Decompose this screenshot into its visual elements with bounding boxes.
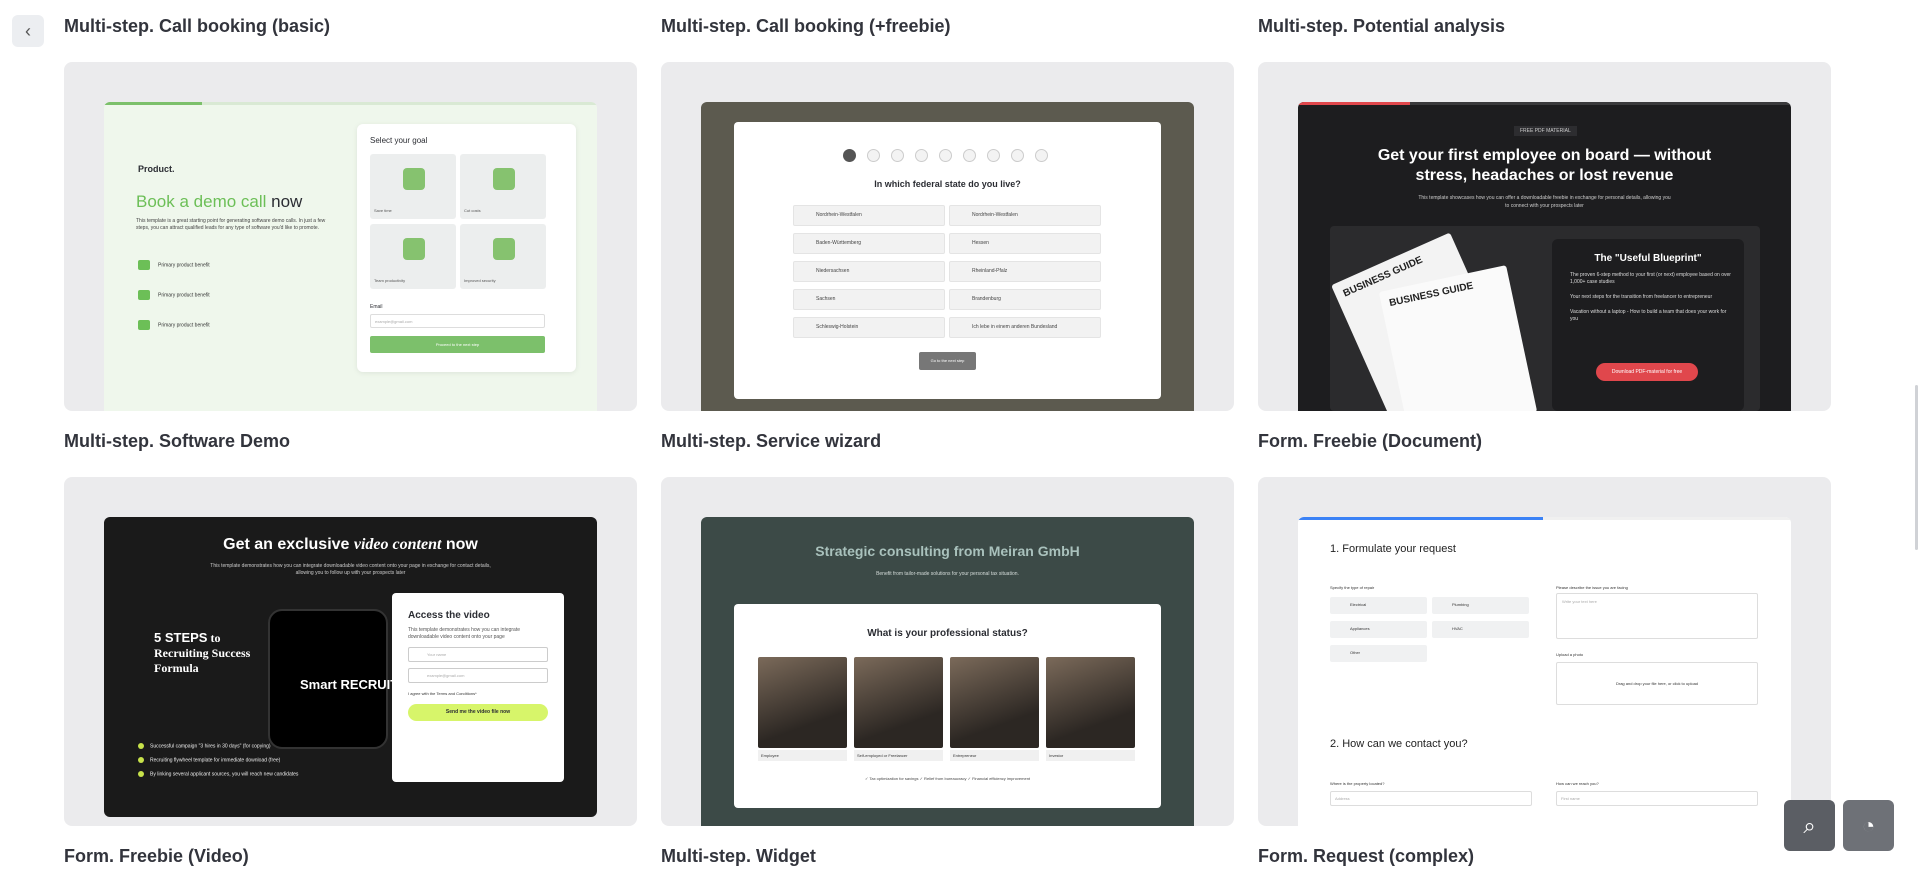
template-title[interactable]: Form. Freebie (Video) [64, 846, 249, 867]
state-option: Baden-Württemberg [793, 233, 945, 254]
name-field: First name [1556, 791, 1758, 806]
repair-option: Electrical [1330, 597, 1427, 614]
address-field: Address [1330, 791, 1532, 806]
template-title[interactable]: Form. Request (complex) [1258, 846, 1474, 867]
template-preview: In which federal state do you live? Nord… [701, 102, 1194, 411]
goal-tile: Team productivity [370, 224, 456, 289]
person-image [758, 657, 847, 748]
person-image [1046, 657, 1135, 748]
preview-headline: Strategic consulting from Meiran GmbH [815, 543, 1080, 559]
template-title[interactable]: Multi-step. Widget [661, 846, 816, 867]
repair-option: HVAC [1432, 621, 1529, 638]
scrollbar-thumb[interactable] [1915, 385, 1918, 550]
preview-subtitle: This template showcases how you can offe… [1418, 195, 1671, 209]
status-choice: Employee [758, 750, 847, 761]
next-step-button: Go to the next step [919, 352, 976, 370]
person-image [854, 657, 943, 748]
goal-tile: Improved security [460, 224, 546, 289]
template-preview: Strategic consulting from Meiran GmbH Be… [701, 517, 1194, 826]
search-button[interactable]: ⌕ [1784, 800, 1835, 851]
free-tag: FREE PDF MATERIAL [1514, 126, 1577, 136]
issue-textarea: Write your text here [1556, 593, 1758, 639]
preview-question: What is your professional status? [867, 628, 1028, 639]
preview-subtitle: Benefit from tailor-made solutions for y… [876, 571, 1019, 577]
email-field: example@gmail.com [370, 314, 545, 328]
state-option: Rheinland-Pfalz [949, 261, 1101, 282]
template-card-software-demo[interactable]: Product. Book a demo call now This templ… [64, 62, 637, 411]
state-option: Hessen [949, 233, 1101, 254]
repair-option: Plumbing [1432, 597, 1529, 614]
preview-description: This template is a great starting point … [136, 218, 326, 231]
chat-icon: ◔ [1861, 812, 1876, 838]
template-card-freebie-document[interactable]: FREE PDF MATERIAL Get your first employe… [1258, 62, 1831, 411]
upload-area: Drag and drop your file here, or click t… [1556, 662, 1758, 705]
preview-headline: Get an exclusive video content now [223, 536, 478, 553]
template-preview: 1. Formulate your request Specify the ty… [1298, 517, 1791, 826]
back-button[interactable]: ‹ [12, 15, 44, 47]
template-title[interactable]: Multi-step. Potential analysis [1258, 16, 1505, 37]
repair-option: Appliances [1330, 621, 1427, 638]
goal-panel: Select your goal Save time Cut costs Tea… [357, 124, 576, 372]
bullet-item: By linking several applicant sources, yo… [138, 771, 298, 777]
state-option: Brandenburg [949, 289, 1101, 310]
repair-option: Other [1330, 645, 1427, 662]
email-field: example@gmail.com [408, 668, 548, 683]
section-title: 2. How can we contact you? [1330, 738, 1468, 750]
access-form: Access the video This template demonstra… [392, 593, 564, 782]
template-preview: Product. Book a demo call now This templ… [104, 102, 597, 411]
template-card-freebie-video[interactable]: Get an exclusive video content now This … [64, 477, 637, 826]
status-choice: Investor [1046, 750, 1135, 761]
benefit-item: Primary product benefit [138, 290, 210, 300]
benefits-footer: ✓ Tax optimization for savings ✓ Relief … [864, 776, 1031, 781]
section-title: 1. Formulate your request [1330, 543, 1456, 555]
state-option: Nordrhein-Westfalen [949, 205, 1101, 226]
scrollbar[interactable] [1914, 0, 1920, 875]
step-indicator [843, 149, 1048, 162]
state-option: Niedersachsen [793, 261, 945, 282]
state-option: Schleswig-Holstein [793, 317, 945, 338]
state-option: Sachsen [793, 289, 945, 310]
template-preview: Get an exclusive video content now This … [104, 517, 597, 817]
template-title[interactable]: Multi-step. Call booking (+freebie) [661, 16, 951, 37]
send-video-button: Send me the video file now [408, 704, 548, 721]
goal-tile: Save time [370, 154, 456, 219]
product-logo: Product. [138, 164, 175, 174]
bullet-item: Recruiting flywheel template for immedia… [138, 757, 280, 763]
search-icon: ⌕ [1803, 812, 1816, 838]
steps-title: 5 STEPS to Recruiting Success Formula [154, 630, 251, 675]
benefit-item: Primary product benefit [138, 260, 210, 270]
benefit-item: Primary product benefit [138, 320, 210, 330]
template-card-request-complex[interactable]: 1. Formulate your request Specify the ty… [1258, 477, 1831, 826]
download-button: Download PDF-material for free [1596, 363, 1698, 381]
preview-question: In which federal state do you live? [874, 179, 1021, 189]
goal-tile: Cut costs [460, 154, 546, 219]
preview-headline: Book a demo call now [136, 192, 303, 211]
chat-button[interactable]: ◔ [1843, 800, 1894, 851]
terms-checkbox: I agree with the Terms and Conditions* [408, 691, 477, 696]
template-card-widget[interactable]: Strategic consulting from Meiran GmbH Be… [661, 477, 1234, 826]
blueprint-card: The "Useful Blueprint" The proven 6-step… [1552, 239, 1744, 411]
name-field: Your name [408, 647, 548, 662]
template-preview: FREE PDF MATERIAL Get your first employe… [1298, 102, 1791, 411]
status-choice: Entrepreneur [950, 750, 1039, 761]
template-title[interactable]: Multi-step. Software Demo [64, 431, 290, 452]
preview-subtitle: This template demonstrates how you can i… [210, 563, 491, 576]
template-title[interactable]: Multi-step. Service wizard [661, 431, 881, 452]
chevron-left-icon: ‹ [25, 20, 31, 41]
template-title[interactable]: Form. Freebie (Document) [1258, 431, 1482, 452]
status-choice: Self-employed or Freelancer [854, 750, 943, 761]
template-title[interactable]: Multi-step. Call booking (basic) [64, 16, 330, 37]
proceed-button: Proceed to the next step [370, 336, 545, 353]
person-image [950, 657, 1039, 748]
preview-headline: Get your first employee on board — witho… [1377, 147, 1712, 184]
template-card-service-wizard[interactable]: In which federal state do you live? Nord… [661, 62, 1234, 411]
state-option: Ich lebe in einem anderen Bundesland [949, 317, 1101, 338]
bullet-item: Successful campaign "3 hires in 30 days"… [138, 743, 271, 749]
state-option: Nordrhein-Westfalen [793, 205, 945, 226]
